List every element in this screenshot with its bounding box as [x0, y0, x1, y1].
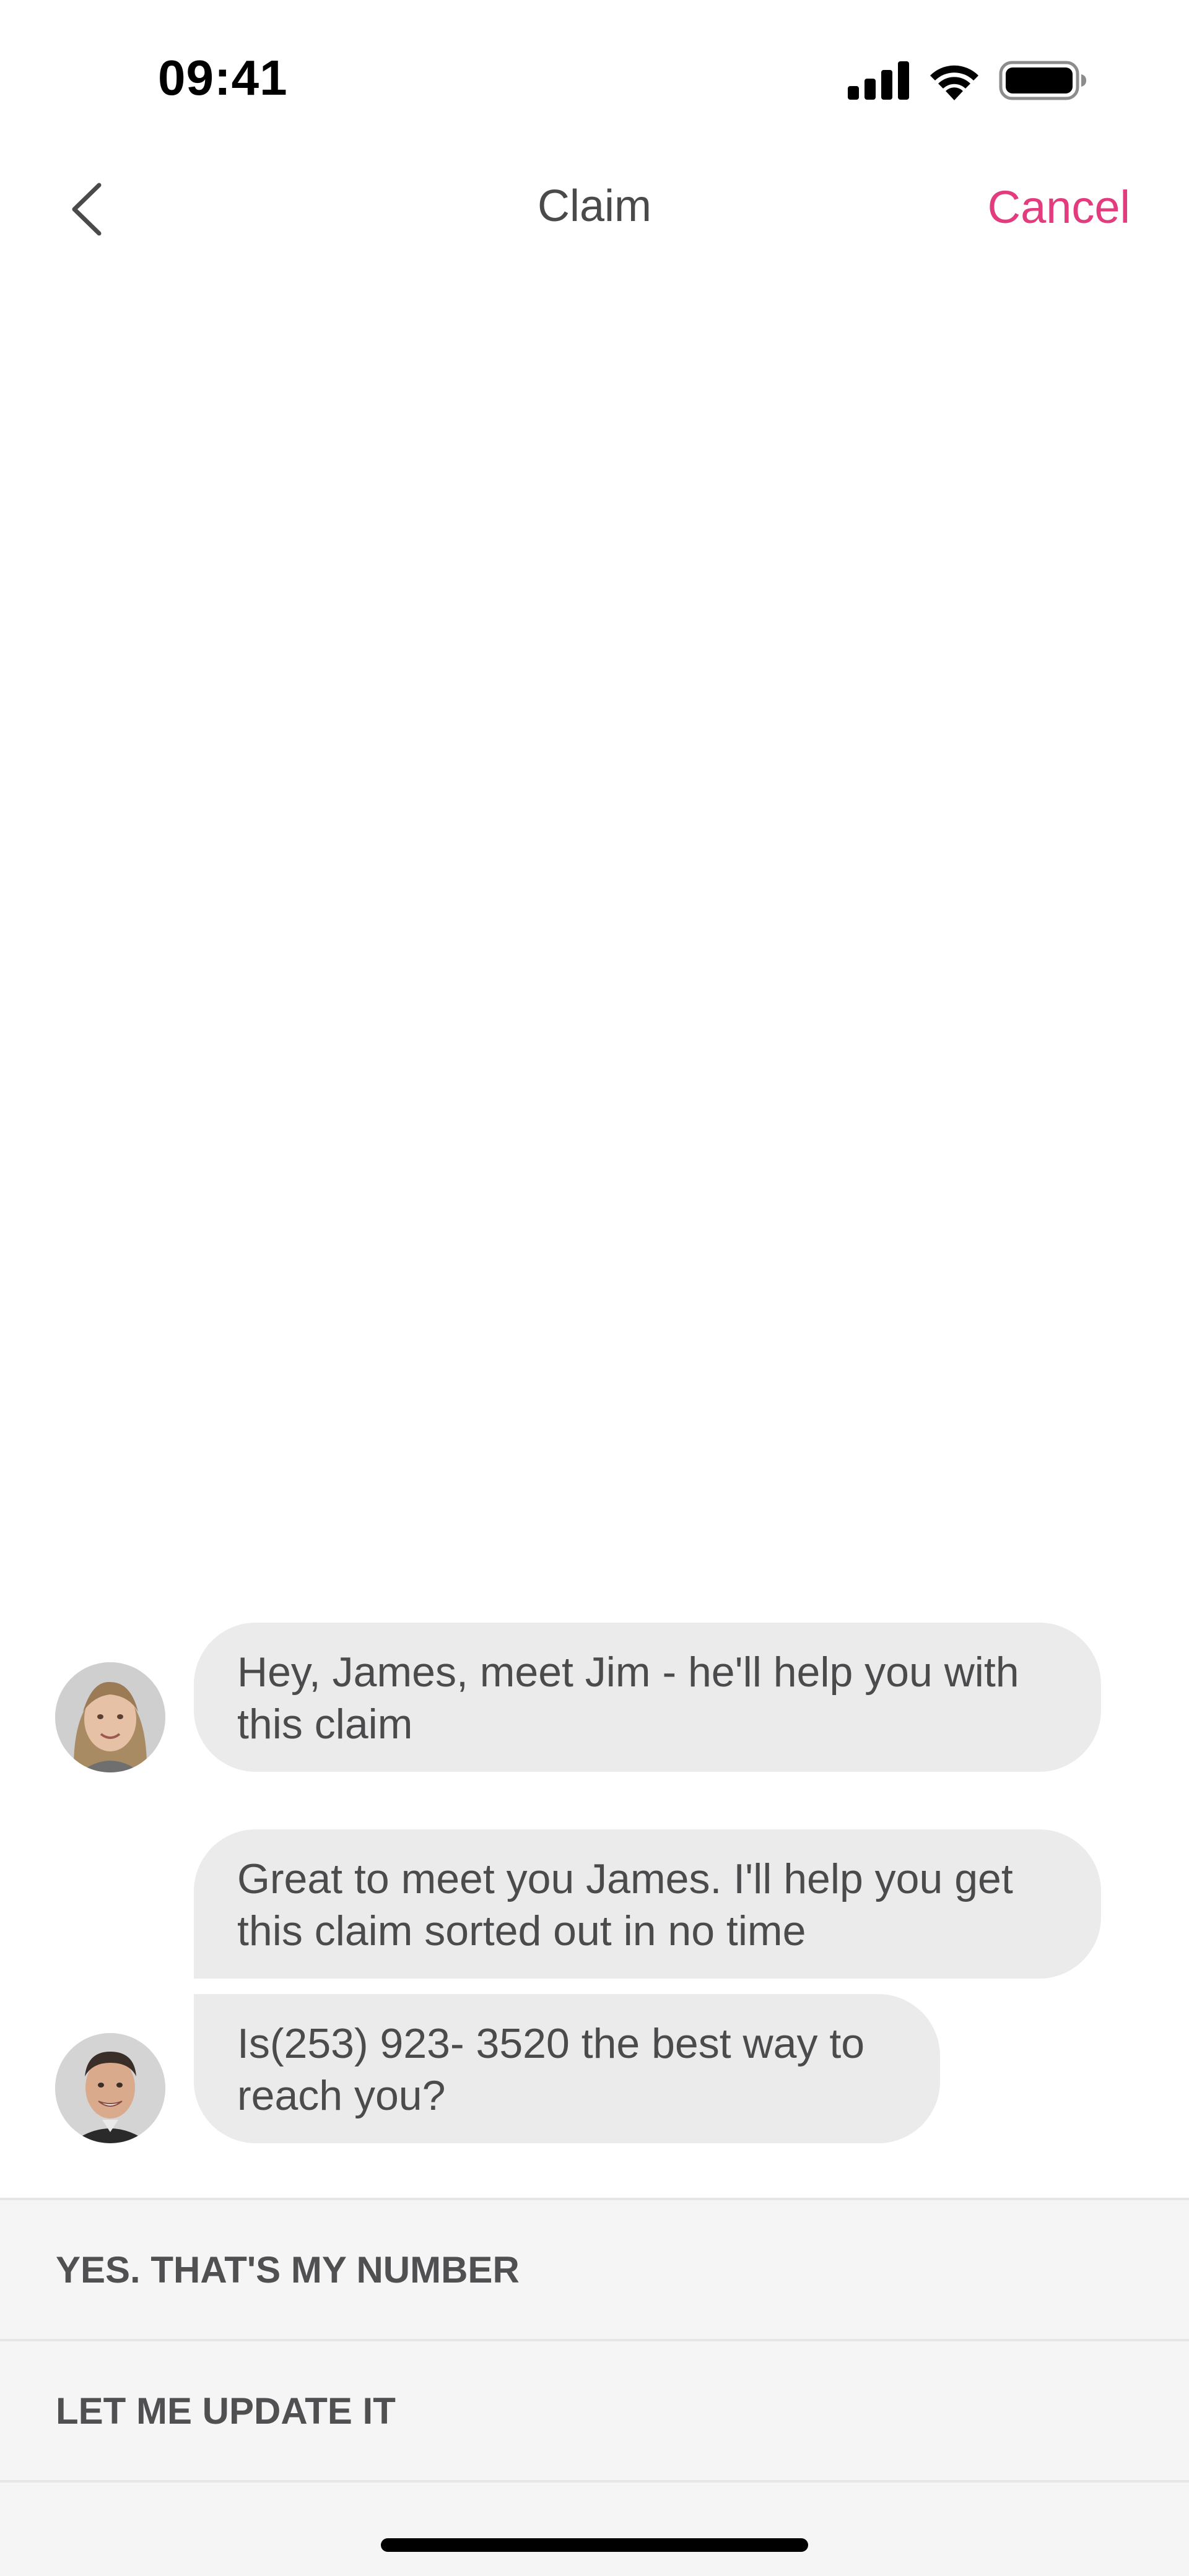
status-time: 09:41: [158, 50, 288, 105]
reply-yes-thats-my-number[interactable]: YES. THAT'S MY NUMBER: [0, 2200, 1189, 2341]
chat-message: Is(253) 923- 3520 the best way to reach …: [194, 1994, 940, 2143]
reply-label: YES. THAT'S MY NUMBER: [56, 2249, 520, 2291]
reply-label: LET ME UPDATE IT: [56, 2390, 396, 2432]
wifi-icon: [930, 65, 978, 100]
reply-let-me-update-it[interactable]: LET ME UPDATE IT: [0, 2341, 1189, 2483]
cancel-button[interactable]: Cancel: [988, 181, 1130, 233]
battery-icon: [999, 61, 1086, 100]
status-icons: [848, 59, 1087, 102]
female-agent-avatar: [55, 1662, 165, 1772]
claim-chat-screen: 09:41 Claim Cancel Hey, James, meet Jim …: [0, 0, 1189, 2576]
male-agent-avatar: [55, 2033, 165, 2143]
home-indicator[interactable]: [381, 2538, 808, 2552]
message-text: Great to meet you James. I'll help you g…: [237, 1855, 1013, 1954]
quick-reply-panel: YES. THAT'S MY NUMBER LET ME UPDATE IT: [0, 2198, 1189, 2576]
message-text: Hey, James, meet Jim - he'll help you wi…: [237, 1649, 1019, 1748]
chat-message: Great to meet you James. I'll help you g…: [194, 1829, 1101, 1979]
chat-message: Hey, James, meet Jim - he'll help you wi…: [194, 1623, 1101, 1772]
cellular-signal-icon: [848, 61, 909, 100]
message-text: Is(253) 923- 3520 the best way to reach …: [237, 2020, 865, 2119]
